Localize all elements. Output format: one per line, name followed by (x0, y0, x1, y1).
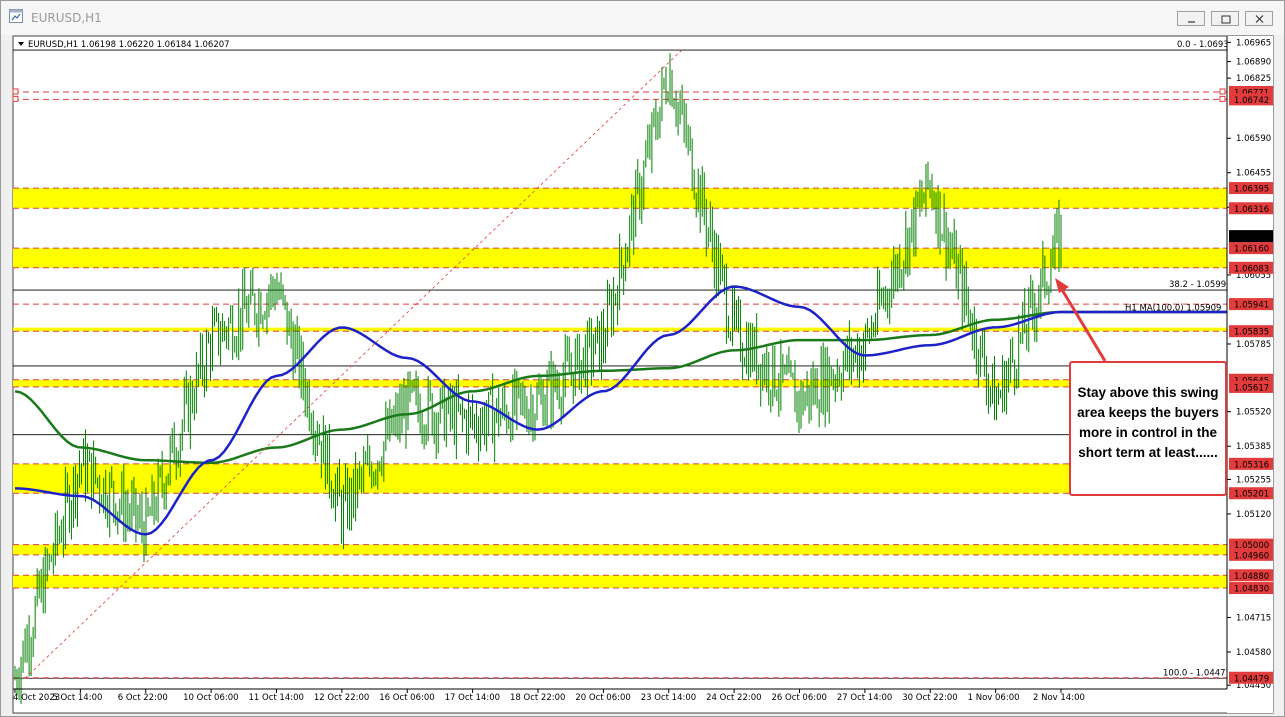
x-tick-label-10: 23 Oct 14:00 (641, 693, 696, 703)
symbol-info-line: EURUSD,H1 1.06198 1.06220 1.06184 1.0620… (28, 40, 230, 50)
y-tick-label-12: 1.04715 (1236, 613, 1271, 623)
x-tick-label-11: 24 Oct 22:00 (706, 693, 761, 703)
zone-4 (13, 463, 1227, 494)
fib-label-0: 0.0 - 1.06935 (1177, 40, 1234, 50)
price-tag-10: 1.05316 (1234, 460, 1269, 470)
x-tick-label-9: 20 Oct 06:00 (575, 693, 630, 703)
price-tag-15: 1.04830 (1234, 585, 1269, 595)
x-tick-label-6: 16 Oct 06:00 (379, 693, 434, 703)
level-handle-right-1 (1219, 95, 1226, 102)
x-tick-label-13: 27 Oct 14:00 (837, 693, 892, 703)
y-tick-label-0: 1.06965 (1236, 38, 1271, 48)
price-tag-6: 1.05941 (1234, 301, 1269, 311)
y-tick-label-13: 1.04580 (1236, 648, 1271, 658)
level-handle-right-0 (1219, 88, 1226, 95)
chart-window: EURUSD,H1 H1 MA(100,0) 1.05909 0.0 - 1.0… (0, 0, 1285, 717)
ma-label: H1 MA(100,0) 1.05909 (1125, 303, 1221, 313)
price-tag-9: 1.05617 (1234, 383, 1269, 393)
price-tag-13: 1.04960 (1234, 551, 1269, 561)
price-tag-5: 1.06083 (1234, 264, 1269, 274)
x-tick-label-2: 6 Oct 22:00 (118, 693, 168, 703)
y-tick-label-10: 1.05255 (1236, 475, 1271, 485)
x-tick-label-1: 5 Oct 14:00 (52, 693, 102, 703)
zone-2 (13, 327, 1227, 332)
x-tick-label-15: 1 Nov 06:00 (968, 693, 1020, 703)
price-tag-1: 1.06742 (1234, 96, 1269, 106)
x-tick-label-7: 17 Oct 14:00 (445, 693, 500, 703)
y-tick-label-11: 1.05120 (1236, 510, 1271, 520)
y-tick-label-9: 1.05385 (1236, 442, 1271, 452)
price-tag-7: 1.05835 (1234, 328, 1269, 338)
price-tag-14: 1.04880 (1234, 572, 1269, 582)
price-chart[interactable]: H1 MA(100,0) 1.05909 0.0 - 1.06935 38.2 -… (1, 1, 1284, 716)
y-tick-label-8: 1.05520 (1236, 408, 1271, 418)
price-tag-11: 1.05201 (1234, 490, 1269, 500)
price-tag-3: 1.06316 (1234, 205, 1269, 215)
price-tag-2: 1.06395 (1234, 185, 1269, 195)
price-tag-4: 1.06160 (1234, 245, 1269, 255)
current-price-tag: 1.06207 (1234, 233, 1269, 243)
x-tick-label-8: 18 Oct 22:00 (510, 693, 565, 703)
y-tick-label-7: 1.05785 (1236, 340, 1271, 350)
fib-label-2: 100.0 - 1.04477 (1163, 668, 1231, 678)
annotation-callout: Stay above this swing area keeps the buy… (1069, 361, 1227, 496)
y-tick-label-1: 1.06890 (1236, 58, 1271, 68)
callout-text: Stay above this swing area keeps the buy… (1077, 385, 1219, 460)
x-tick-label-3: 10 Oct 06:00 (183, 693, 238, 703)
level-handle-left-0 (12, 88, 19, 95)
level-handle-left-1 (12, 95, 19, 102)
zone-5 (13, 544, 1227, 555)
fib-label-1: 38.2 - 1.05996 (1169, 280, 1232, 290)
zone-0 (13, 188, 1227, 209)
y-tick-label-4: 1.06455 (1236, 169, 1271, 179)
y-tick-label-2: 1.06825 (1236, 74, 1271, 84)
x-tick-label-12: 26 Oct 06:00 (772, 693, 827, 703)
zone-6 (13, 575, 1227, 589)
price-tag-16: 1.04479 (1234, 674, 1269, 684)
x-tick-label-4: 11 Oct 14:00 (249, 693, 304, 703)
x-tick-label-5: 12 Oct 22:00 (314, 693, 369, 703)
y-tick-label-3: 1.06590 (1236, 134, 1271, 144)
x-tick-label-16: 2 Nov 14:00 (1033, 693, 1085, 703)
x-tick-label-14: 30 Oct 22:00 (902, 693, 957, 703)
